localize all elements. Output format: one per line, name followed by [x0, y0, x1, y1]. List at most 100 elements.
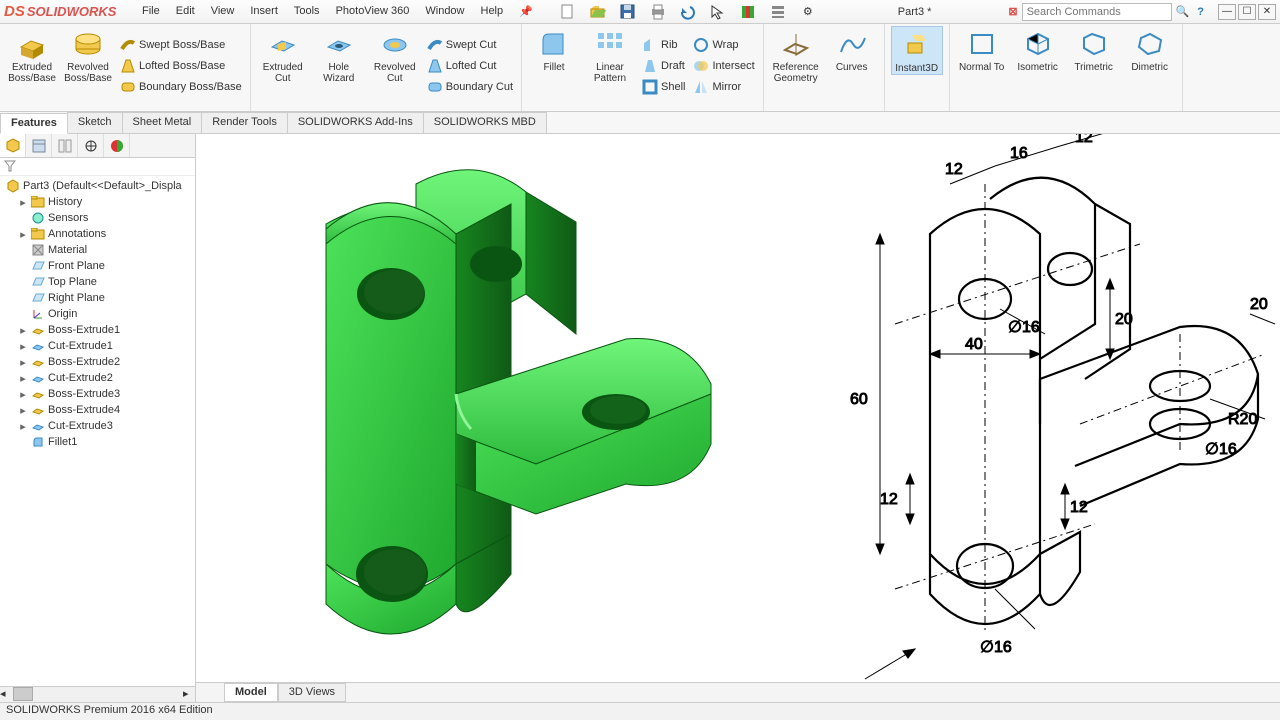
revolved-cut-button[interactable]: Revolved Cut: [369, 26, 421, 84]
lofted-cut-button[interactable]: Lofted Cut: [425, 56, 515, 76]
search-icon[interactable]: 🔍: [1176, 5, 1190, 18]
save-button[interactable]: [615, 1, 641, 23]
expand-icon[interactable]: ▸: [18, 356, 28, 369]
restore-button[interactable]: ☐: [1238, 4, 1256, 20]
tree-item-top-plane[interactable]: Top Plane: [0, 274, 195, 290]
tree-item-boss-extrude4[interactable]: ▸Boss-Extrude4: [0, 402, 195, 418]
open-button[interactable]: [585, 1, 611, 23]
tree-item-cut-extrude1[interactable]: ▸Cut-Extrude1: [0, 338, 195, 354]
display-manager-tab[interactable]: [104, 134, 130, 157]
expand-icon[interactable]: ▸: [18, 340, 28, 353]
menu-window[interactable]: Window: [419, 3, 470, 20]
trimetric-button[interactable]: Trimetric: [1068, 26, 1120, 73]
swept-boss-button[interactable]: Swept Boss/Base: [118, 35, 244, 55]
rebuild-button[interactable]: [735, 1, 761, 23]
boundary-boss-button[interactable]: Boundary Boss/Base: [118, 77, 244, 97]
tab-sketch[interactable]: Sketch: [67, 112, 123, 133]
tree-item-right-plane[interactable]: Right Plane: [0, 290, 195, 306]
menu-file[interactable]: File: [136, 3, 166, 20]
shell-button[interactable]: Shell: [640, 77, 687, 97]
instant3d-button[interactable]: Instant3D: [891, 26, 943, 75]
normal-to-button[interactable]: Normal To: [956, 26, 1008, 73]
undo-button[interactable]: [675, 1, 701, 23]
tree-root[interactable]: Part3 (Default<<Default>_Displa: [0, 178, 195, 194]
tree-item-origin[interactable]: Origin: [0, 306, 195, 322]
tab-features[interactable]: Features: [0, 113, 68, 134]
expand-icon[interactable]: ▸: [18, 196, 28, 209]
dimxpert-manager-tab[interactable]: [78, 134, 104, 157]
menu-view[interactable]: View: [205, 3, 241, 20]
minimize-button[interactable]: —: [1218, 4, 1236, 20]
wrap-button[interactable]: Wrap: [691, 35, 756, 55]
select-button[interactable]: [705, 1, 731, 23]
menu-insert[interactable]: Insert: [244, 3, 284, 20]
boss-icon: [31, 403, 45, 417]
tree-item-sensors[interactable]: Sensors: [0, 210, 195, 226]
swept-cut-button[interactable]: Swept Cut: [425, 35, 515, 55]
tree-filter[interactable]: [0, 158, 195, 176]
tree-item-material-not-specified-[interactable]: Material: [0, 242, 195, 258]
close-button[interactable]: ✕: [1258, 4, 1276, 20]
options-button[interactable]: [765, 1, 791, 23]
menu-photoview[interactable]: PhotoView 360: [330, 3, 416, 20]
expand-icon[interactable]: ▸: [18, 324, 28, 337]
tree-item-boss-extrude3[interactable]: ▸Boss-Extrude3: [0, 386, 195, 402]
settings-button[interactable]: ⚙: [795, 1, 821, 23]
extruded-boss-button[interactable]: Extruded Boss/Base: [6, 26, 58, 84]
expand-icon[interactable]: ▸: [18, 404, 28, 417]
status-bar: SOLIDWORKS Premium 2016 x64 Edition: [0, 702, 1280, 720]
plane-icon: [31, 291, 45, 305]
tree-scrollbar[interactable]: ◂▸: [0, 686, 195, 702]
feature-manager-tab[interactable]: [0, 134, 26, 157]
menu-edit[interactable]: Edit: [170, 3, 201, 20]
pin-icon[interactable]: 📌: [513, 3, 539, 20]
print-button[interactable]: [645, 1, 671, 23]
tree-item-boss-extrude2[interactable]: ▸Boss-Extrude2: [0, 354, 195, 370]
help-icon[interactable]: ?: [1193, 6, 1208, 18]
tree-item-annotations[interactable]: ▸Annotations: [0, 226, 195, 242]
expand-icon[interactable]: ▸: [18, 388, 28, 401]
tab-sheet-metal[interactable]: Sheet Metal: [122, 112, 203, 133]
fillet-button[interactable]: Fillet: [528, 26, 580, 73]
origin-icon: [31, 307, 45, 321]
extruded-boss-icon: [16, 28, 48, 60]
intersect-button[interactable]: Intersect: [691, 56, 756, 76]
tree-item-history[interactable]: ▸History: [0, 194, 195, 210]
expand-icon[interactable]: ▸: [18, 372, 28, 385]
property-manager-tab[interactable]: [26, 134, 52, 157]
tree-item-fillet1[interactable]: Fillet1: [0, 434, 195, 450]
tree-item-boss-extrude1[interactable]: ▸Boss-Extrude1: [0, 322, 195, 338]
extruded-cut-button[interactable]: Extruded Cut: [257, 26, 309, 84]
new-button[interactable]: [555, 1, 581, 23]
boundary-cut-button[interactable]: Boundary Cut: [425, 77, 515, 97]
graphics-area[interactable]: 60 40 ∅16 20 12 16 12 20 R20 ∅16: [196, 134, 1280, 702]
expand-icon[interactable]: ▸: [18, 228, 28, 241]
expand-icon[interactable]: ▸: [18, 420, 28, 433]
revolved-boss-button[interactable]: Revolved Boss/Base: [62, 26, 114, 84]
reference-geometry-icon: [780, 28, 812, 60]
reference-geometry-button[interactable]: Reference Geometry: [770, 26, 822, 84]
rib-button[interactable]: Rib: [640, 35, 687, 55]
tree-item-front-plane[interactable]: Front Plane: [0, 258, 195, 274]
view-tab-model[interactable]: Model: [224, 683, 278, 702]
search-input[interactable]: [1022, 3, 1172, 21]
view-tab-3dviews[interactable]: 3D Views: [278, 683, 346, 702]
tab-render-tools[interactable]: Render Tools: [201, 112, 288, 133]
dimetric-button[interactable]: Dimetric: [1124, 26, 1176, 73]
mirror-button[interactable]: Mirror: [691, 77, 756, 97]
linear-pattern-button[interactable]: Linear Pattern: [584, 26, 636, 84]
feature-tree[interactable]: Part3 (Default<<Default>_Displa ▸History…: [0, 176, 195, 686]
menu-tools[interactable]: Tools: [288, 3, 326, 20]
hole-wizard-button[interactable]: Hole Wizard: [313, 26, 365, 84]
tree-item-cut-extrude3[interactable]: ▸Cut-Extrude3: [0, 418, 195, 434]
isometric-button[interactable]: Isometric: [1012, 26, 1064, 73]
menu-help[interactable]: Help: [475, 3, 510, 20]
tab-mbd[interactable]: SOLIDWORKS MBD: [423, 112, 547, 133]
draft-button[interactable]: Draft: [640, 56, 687, 76]
tree-item-cut-extrude2[interactable]: ▸Cut-Extrude2: [0, 370, 195, 386]
configuration-manager-tab[interactable]: [52, 134, 78, 157]
trimetric-icon: [1078, 28, 1110, 60]
lofted-boss-button[interactable]: Lofted Boss/Base: [118, 56, 244, 76]
curves-button[interactable]: Curves: [826, 26, 878, 73]
tab-addins[interactable]: SOLIDWORKS Add-Ins: [287, 112, 424, 133]
